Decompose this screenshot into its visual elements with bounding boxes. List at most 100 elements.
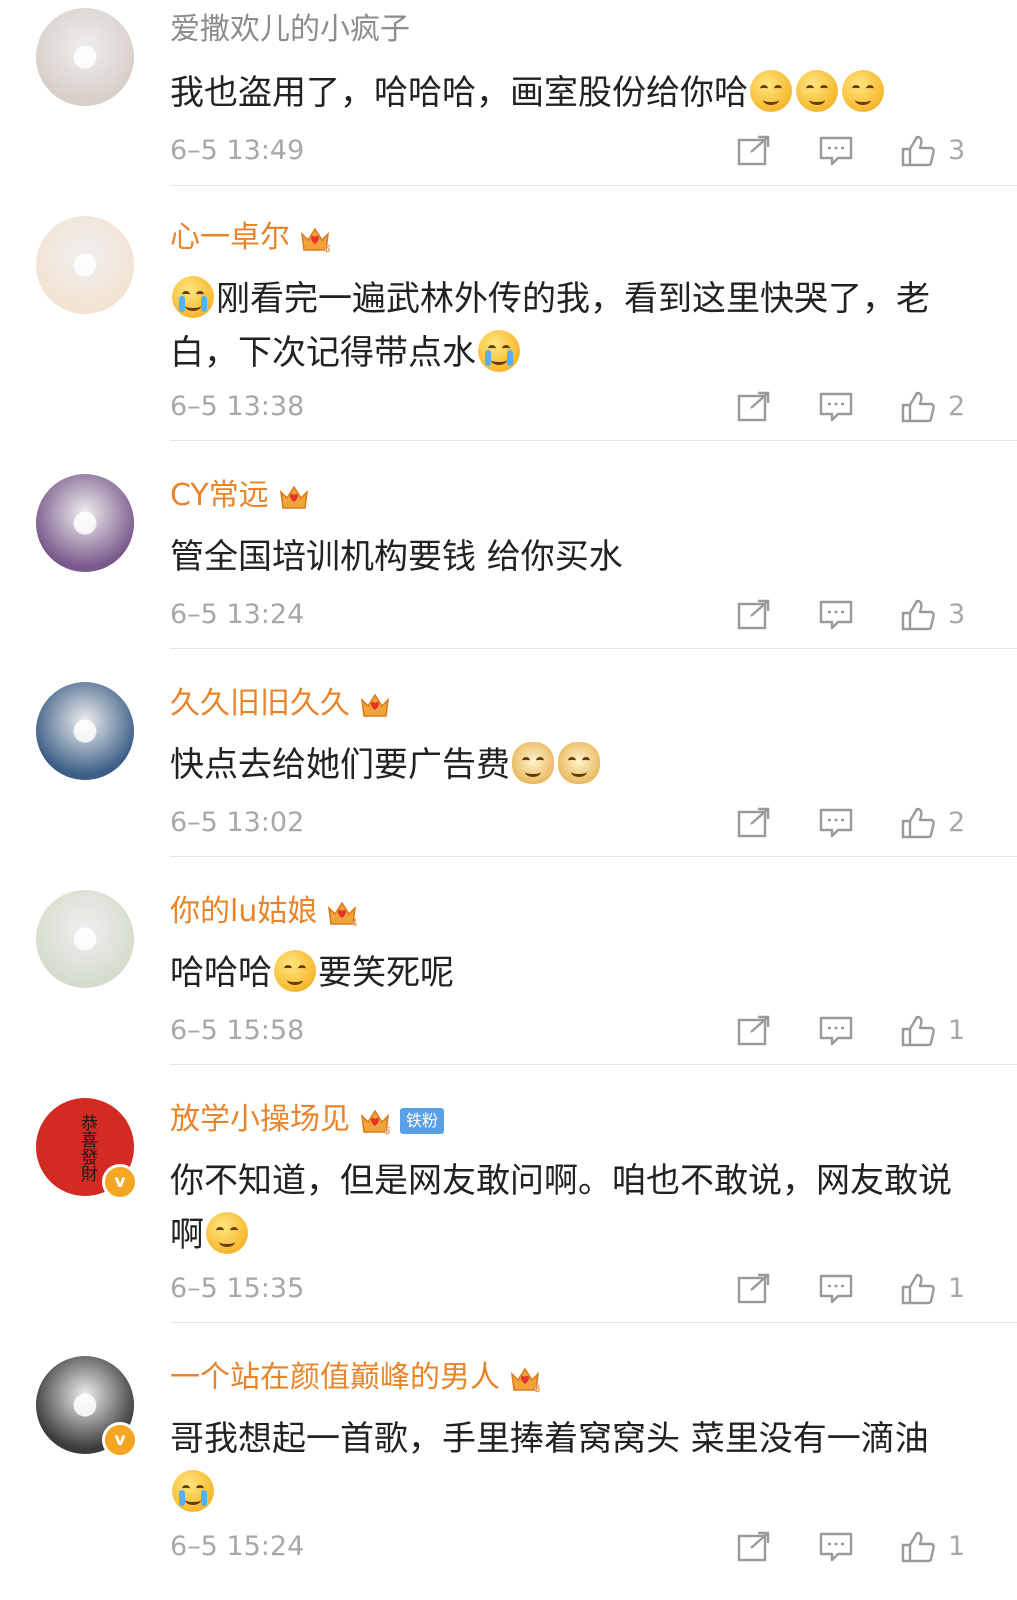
- avatar-seal-text: 恭喜發財: [77, 1114, 97, 1182]
- avatar[interactable]: ●: [36, 216, 134, 314]
- avatar-silhouette-icon: ●: [71, 712, 99, 747]
- timestamp: 6–5 13:49: [170, 135, 305, 166]
- comment-divider: [170, 1322, 1017, 1323]
- think-emoji-icon: [206, 1212, 248, 1254]
- username-row: 心一卓尔 6: [170, 218, 332, 258]
- like-count: 3: [948, 135, 966, 166]
- member-crown-icon: 4: [325, 898, 359, 929]
- comment-text: 你不知道，但是网友敢问啊。咱也不敢说，网友敢说啊: [170, 1154, 970, 1262]
- like-icon[interactable]: [900, 1531, 936, 1563]
- member-crown-icon: 6: [358, 1106, 392, 1137]
- comment-text-segment: 你不知道，但是网友敢问啊。咱也不敢说，网友敢说啊: [170, 1161, 952, 1255]
- like-count: 1: [948, 1015, 966, 1046]
- share-icon[interactable]: [736, 391, 772, 423]
- comment-item: ● 你的lu姑娘 4 哈哈哈 要笑死呢 6–5 15:58 1: [0, 890, 1017, 1130]
- comment-divider: [170, 648, 1017, 649]
- member-crown-icon: 6: [298, 224, 332, 255]
- comment-text: 我也盗用了，哈哈哈，画室股份给你哈: [170, 66, 970, 120]
- cry-emoji-icon: [172, 1470, 214, 1512]
- comment-text: 快点去给她们要广告费: [170, 738, 970, 792]
- like-icon[interactable]: [900, 807, 936, 839]
- timestamp: 6–5 15:35: [170, 1273, 305, 1304]
- comment-divider: [170, 185, 1017, 186]
- share-icon[interactable]: [736, 1015, 772, 1047]
- avatar[interactable]: 恭喜發財 v: [36, 1098, 138, 1200]
- avatar-silhouette-icon: ●: [71, 504, 99, 539]
- comment-text-segment: 刚看完一遍武林外传的我，看到这里快哭了，老白，下次记得带点水: [170, 279, 930, 373]
- avatar[interactable]: ● v: [36, 1356, 138, 1458]
- like-icon[interactable]: [900, 1273, 936, 1305]
- comment-item: 恭喜發財 v 放学小操场见 6 铁粉你不知道，但是网友敢问啊。咱也不敢说，网友敢说啊 6–…: [0, 1098, 1017, 1338]
- share-icon[interactable]: [736, 807, 772, 839]
- comment-meta-row: 6–5 15:24 1: [170, 1527, 970, 1567]
- member-crown-icon: [277, 482, 311, 512]
- reply-icon[interactable]: [818, 807, 854, 839]
- timestamp: 6–5 15:24: [170, 1531, 305, 1562]
- comment-text-segment: 管全国培训机构要钱 给你买水: [170, 537, 623, 577]
- avatar[interactable]: ●: [36, 890, 134, 988]
- reply-icon[interactable]: [818, 391, 854, 423]
- reply-icon[interactable]: [818, 1273, 854, 1305]
- avatar[interactable]: ●: [36, 682, 134, 780]
- like-count: 2: [948, 807, 966, 838]
- share-icon[interactable]: [736, 599, 772, 631]
- username[interactable]: 一个站在颜值巅峰的男人: [170, 1360, 500, 1395]
- comment-text-segment: 哥我想起一首歌，手里捧着窝窝头 菜里没有一滴油: [170, 1419, 929, 1459]
- share-icon[interactable]: [736, 1273, 772, 1305]
- comment-meta-row: 6–5 15:35 1: [170, 1269, 970, 1309]
- comment-item: ● 爱撒欢儿的小疯子我也盗用了，哈哈哈，画室股份给你哈 6–5 13:49 3: [0, 8, 1017, 248]
- comment-meta-row: 6–5 13:38 2: [170, 387, 970, 427]
- doge-emoji-icon: [558, 742, 600, 784]
- grin-emoji-icon: [274, 950, 316, 992]
- username-row: 久久旧旧久久: [170, 684, 392, 724]
- svg-text:6: 6: [384, 1126, 390, 1136]
- laugh-cry-emoji-icon: [478, 330, 520, 372]
- username[interactable]: 放学小操场见: [170, 1102, 350, 1137]
- member-crown-icon: 6: [508, 1364, 542, 1395]
- comment-meta-row: 6–5 15:58 1: [170, 1011, 970, 1051]
- reply-icon[interactable]: [818, 599, 854, 631]
- avatar-silhouette-icon: ●: [71, 920, 99, 955]
- avatar[interactable]: ●: [36, 8, 134, 106]
- username-row: 放学小操场见 6 铁粉: [170, 1100, 445, 1140]
- reply-icon[interactable]: [818, 1531, 854, 1563]
- comment-meta-row: 6–5 13:49 3: [170, 131, 970, 171]
- comment-item: ● 心一卓尔 6 刚看完一遍武林外传的我，看到这里快哭了，老白，下次记得带点水 6–5 …: [0, 216, 1017, 456]
- like-icon[interactable]: [900, 135, 936, 167]
- share-icon[interactable]: [736, 135, 772, 167]
- reply-icon[interactable]: [818, 1015, 854, 1047]
- like-icon[interactable]: [900, 391, 936, 423]
- username[interactable]: 心一卓尔: [170, 220, 290, 255]
- like-icon[interactable]: [900, 599, 936, 631]
- username-row: 你的lu姑娘 4: [170, 892, 359, 932]
- svg-text:6: 6: [324, 244, 330, 254]
- verified-badge-icon: v: [102, 1422, 138, 1458]
- username[interactable]: 久久旧旧久久: [170, 686, 350, 721]
- username[interactable]: CY常远: [170, 478, 269, 513]
- avatar-silhouette-icon: ●: [71, 246, 99, 281]
- timestamp: 6–5 13:24: [170, 599, 305, 630]
- like-icon[interactable]: [900, 1015, 936, 1047]
- username-row: 爱撒欢儿的小疯子: [170, 10, 410, 50]
- avatar-silhouette-icon: ●: [71, 1386, 99, 1421]
- avatar-silhouette-icon: ●: [71, 38, 99, 73]
- like-count: 2: [948, 391, 966, 422]
- share-icon[interactable]: [736, 1531, 772, 1563]
- comment-text-segment: 我也盗用了，哈哈哈，画室股份给你哈: [170, 73, 748, 113]
- verified-badge-icon: v: [102, 1164, 138, 1200]
- comment-item: ● v 一个站在颜值巅峰的男人 6 哥我想起一首歌，手里捧着窝窝头 菜里没有一滴油 6–5…: [0, 1356, 1017, 1596]
- username-row: 一个站在颜值巅峰的男人 6: [170, 1358, 542, 1398]
- reply-icon[interactable]: [818, 135, 854, 167]
- fan-badge: 铁粉: [400, 1107, 445, 1134]
- comment-divider: [170, 856, 1017, 857]
- comment-text: 刚看完一遍武林外传的我，看到这里快哭了，老白，下次记得带点水: [170, 272, 970, 380]
- comment-list: ● 爱撒欢儿的小疯子我也盗用了，哈哈哈，画室股份给你哈 6–5 13:49 3 ● 心一卓…: [0, 0, 1017, 1600]
- timestamp: 6–5 13:02: [170, 807, 305, 838]
- comment-item: ● 久久旧旧久久快点去给她们要广告费 6–5 13:02 2: [0, 682, 1017, 922]
- username[interactable]: 你的lu姑娘: [170, 894, 317, 929]
- username[interactable]: 爱撒欢儿的小疯子: [170, 12, 410, 47]
- comment-meta-row: 6–5 13:24 3: [170, 595, 970, 635]
- avatar[interactable]: ●: [36, 474, 134, 572]
- timestamp: 6–5 15:58: [170, 1015, 305, 1046]
- svg-text:4: 4: [351, 918, 357, 928]
